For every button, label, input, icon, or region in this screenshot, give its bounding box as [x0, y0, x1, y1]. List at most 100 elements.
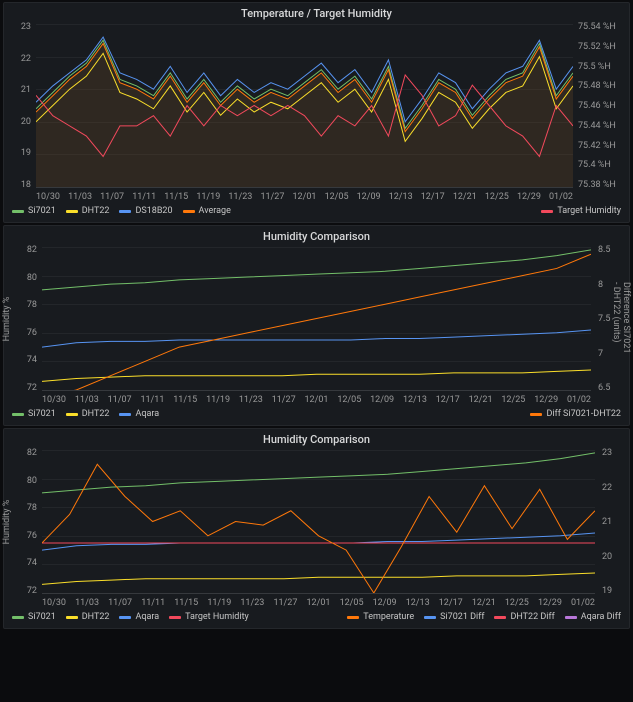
legend-item[interactable]: Diff Si7021-DHT22: [530, 409, 621, 419]
legend-label: Si7021: [28, 612, 56, 622]
x-tick: 11/19: [207, 598, 231, 608]
panel-humidity-comparison-2[interactable]: Humidity Comparison Humidity % 828078767…: [3, 428, 630, 629]
legend-swatch: [12, 616, 24, 619]
legend-item[interactable]: DS18B20: [119, 206, 172, 216]
y-axis-right: 75.54 %H75.52 %H75.5 %H75.48 %H75.46 %H7…: [575, 22, 625, 190]
legend-swatch: [565, 616, 577, 619]
tick: 23: [21, 22, 31, 32]
plot-area[interactable]: 232221201918 75.54 %H75.52 %H75.5 %H75.4…: [4, 22, 629, 190]
tick: 8: [598, 280, 603, 290]
legend-item[interactable]: Aqara: [119, 409, 159, 419]
tick: 22: [21, 54, 31, 64]
panel-title: Humidity Comparison: [4, 429, 629, 448]
x-tick: 12/05: [325, 192, 349, 202]
plot-area[interactable]: Humidity % 828078767472 2322212019: [4, 448, 629, 596]
x-tick: 01/02: [549, 192, 573, 202]
legend-item[interactable]: DHT22: [66, 612, 110, 622]
legend-item[interactable]: Target Humidity: [541, 206, 621, 216]
legend-swatch: [12, 210, 24, 213]
tick: 21: [602, 517, 612, 527]
x-tick: 11/19: [206, 395, 230, 405]
x-tick: 11/19: [196, 192, 220, 202]
x-tick: 12/01: [307, 598, 331, 608]
legend-label: Si7021 Diff: [440, 612, 484, 622]
x-tick: 12/25: [485, 192, 509, 202]
series-line: [42, 330, 591, 347]
tick: 72: [27, 586, 37, 596]
legend-swatch: [424, 616, 436, 619]
tick: 75.5 %H: [578, 62, 611, 72]
x-tick: 11/27: [260, 192, 284, 202]
series-line: [42, 370, 591, 381]
legend-item[interactable]: Temperature: [347, 612, 414, 622]
legend-swatch: [119, 210, 131, 213]
y-axis-right: 8.587.576.5: [595, 245, 619, 393]
tick: 78: [27, 503, 37, 513]
legend-swatch: [66, 210, 78, 213]
tick: 75.44 %H: [578, 121, 616, 131]
tick: 6.5: [598, 383, 611, 393]
x-tick: 12/13: [389, 192, 413, 202]
x-tick: 11/03: [75, 598, 99, 608]
legend-item[interactable]: Si7021 Diff: [424, 612, 484, 622]
x-tick: 12/29: [534, 395, 558, 405]
x-tick: 11/07: [108, 598, 132, 608]
panel-title: Humidity Comparison: [4, 226, 629, 245]
tick: 76: [27, 531, 37, 541]
x-tick: 12/21: [453, 192, 477, 202]
legend-item[interactable]: DHT22: [66, 409, 110, 419]
x-axis: 10/3011/0311/0711/1111/1511/1911/2311/27…: [4, 596, 629, 608]
x-tick: 11/15: [164, 192, 188, 202]
tick: 20: [21, 117, 31, 127]
x-tick: 12/29: [538, 598, 562, 608]
x-tick: 12/25: [505, 598, 529, 608]
legend-swatch: [12, 413, 24, 416]
legend-item[interactable]: Aqara Diff: [565, 612, 621, 622]
x-tick: 12/13: [403, 395, 427, 405]
panel-title: Temperature / Target Humidity: [4, 3, 629, 22]
tick: 7.5: [598, 314, 611, 324]
legend-label: Si7021: [28, 206, 56, 216]
x-tick: 12/01: [305, 395, 329, 405]
x-axis: 10/3011/0311/0711/1111/1511/1911/2311/27…: [4, 393, 629, 405]
tick: 8.5: [598, 245, 611, 255]
x-tick: 12/13: [406, 598, 430, 608]
legend-item[interactable]: Si7021: [12, 612, 56, 622]
tick: 20: [602, 552, 612, 562]
x-tick: 01/02: [571, 598, 595, 608]
legend-item[interactable]: Si7021: [12, 409, 56, 419]
tick: 75.42 %H: [578, 141, 616, 151]
panel-temp-target-humidity[interactable]: Temperature / Target Humidity 2322212019…: [3, 2, 630, 223]
tick: 72: [27, 383, 37, 393]
tick: 18: [21, 180, 31, 190]
tick: 19: [21, 148, 31, 158]
y-axis-left: 828078767472: [14, 245, 40, 393]
plot-area[interactable]: Humidity % Difference SI7021 - DHT22 (un…: [4, 245, 629, 393]
x-tick: 12/21: [469, 395, 493, 405]
legend-swatch: [183, 210, 195, 213]
tick: 80: [27, 273, 37, 283]
x-tick: 11/07: [100, 192, 124, 202]
x-tick: 11/11: [141, 598, 165, 608]
tick: 75.52 %H: [578, 42, 616, 52]
tick: 82: [27, 448, 37, 458]
legend-item[interactable]: DHT22 Diff: [494, 612, 554, 622]
legend-item[interactable]: Si7021: [12, 206, 56, 216]
legend-label: Aqara Diff: [581, 612, 621, 622]
legend-item[interactable]: Aqara: [119, 612, 159, 622]
series-line: [42, 464, 595, 593]
legend-label: Diff Si7021-DHT22: [546, 409, 621, 419]
tick: 75.4 %H: [578, 160, 611, 170]
tick: 78: [27, 300, 37, 310]
legend: Si7021 DHT22 DS18B20 Average Target Humidity: [4, 202, 629, 222]
panel-humidity-comparison-1[interactable]: Humidity Comparison Humidity % Differenc…: [3, 225, 630, 426]
x-tick: 11/03: [68, 192, 92, 202]
legend-item[interactable]: DHT22: [66, 206, 110, 216]
x-tick: 10/30: [42, 395, 66, 405]
tick: 82: [27, 245, 37, 255]
legend-item[interactable]: Average: [183, 206, 231, 216]
tick: 19: [602, 586, 612, 596]
x-tick: 11/11: [132, 192, 156, 202]
legend-item[interactable]: Target Humidity: [169, 612, 249, 622]
x-tick: 10/30: [42, 598, 66, 608]
